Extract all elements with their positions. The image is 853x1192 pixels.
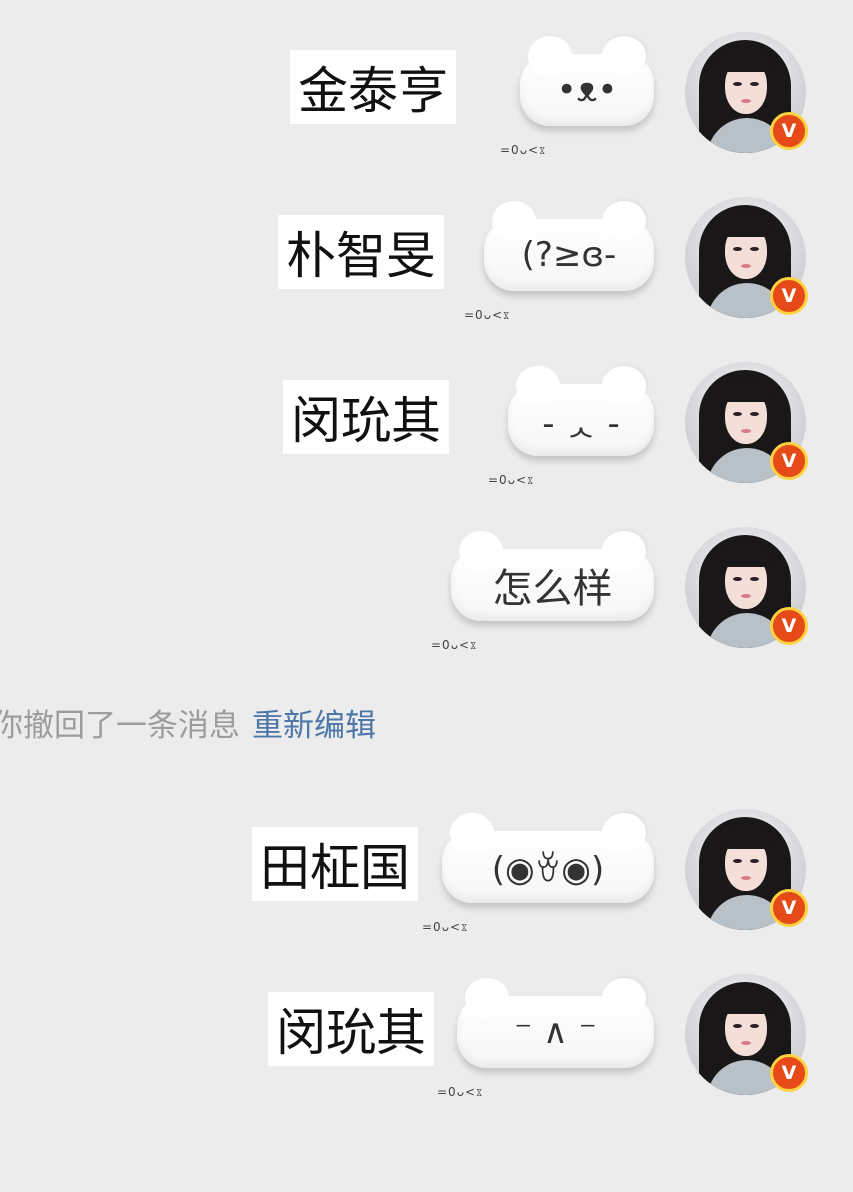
caption-text: =0ᴗ<ೱ bbox=[437, 1085, 484, 1099]
verified-badge-icon: V bbox=[770, 1054, 808, 1092]
verified-badge-icon: V bbox=[770, 112, 808, 150]
caption-text: =0ᴗ<ೱ bbox=[464, 308, 511, 322]
verified-badge-icon: V bbox=[770, 442, 808, 480]
verified-badge-icon: V bbox=[770, 607, 808, 645]
message-row: V (?≥ɞ- 朴智旻 =0ᴗ<ೱ bbox=[0, 197, 853, 337]
name-label: 闵玧其 bbox=[283, 380, 449, 454]
sticker-text: 怎么样 bbox=[492, 566, 613, 612]
recall-text: 你撤回了一条消息 bbox=[0, 708, 240, 744]
name-label: 田柾国 bbox=[252, 827, 418, 901]
sticker-bubble[interactable]: ⁻ ∧ ⁻ bbox=[457, 978, 654, 1068]
message-row: V •ᴥ• 金泰亨 =0ᴗ<ೱ bbox=[0, 32, 853, 172]
name-label: 朴智旻 bbox=[278, 215, 444, 289]
sticker-bubble[interactable]: (?≥ɞ- bbox=[484, 201, 654, 291]
caption-text: =0ᴗ<ೱ bbox=[488, 473, 535, 487]
recall-notice: 你撤回了一条消息 重新编辑 bbox=[0, 700, 376, 744]
message-row: V ⁻ ∧ ⁻ 闵玧其 =0ᴗ<ೱ bbox=[0, 974, 853, 1114]
sticker-text: •ᴥ• bbox=[556, 70, 618, 110]
sticker-text: (◉ꈊ◉) bbox=[491, 849, 605, 890]
caption-text: =0ᴗ<ೱ bbox=[500, 143, 547, 157]
message-row: V 怎么样 =0ᴗ<ೱ bbox=[0, 527, 853, 667]
sticker-text: (?≥ɞ- bbox=[521, 235, 617, 275]
caption-text: =0ᴗ<ೱ bbox=[431, 638, 478, 652]
message-row: V (◉ꈊ◉) 田柾国 =0ᴗ<ೱ bbox=[0, 809, 853, 949]
re-edit-link[interactable]: 重新编辑 bbox=[252, 708, 376, 744]
sticker-text: ⁻ ∧ ⁻ bbox=[514, 1012, 597, 1052]
caption-text: =0ᴗ<ೱ bbox=[422, 920, 469, 934]
name-label: 金泰亨 bbox=[290, 50, 456, 124]
sticker-bubble[interactable]: 怎么样 bbox=[451, 531, 654, 621]
verified-badge-icon: V bbox=[770, 889, 808, 927]
sticker-bubble[interactable]: - ᆺ - bbox=[508, 366, 654, 456]
verified-badge-icon: V bbox=[770, 277, 808, 315]
message-row: V - ᆺ - 闵玧其 =0ᴗ<ೱ bbox=[0, 362, 853, 502]
sticker-text: - ᆺ - bbox=[542, 403, 620, 444]
sticker-bubble[interactable]: •ᴥ• bbox=[520, 36, 654, 126]
name-label: 闵玧其 bbox=[268, 992, 434, 1066]
sticker-bubble[interactable]: (◉ꈊ◉) bbox=[442, 813, 654, 903]
